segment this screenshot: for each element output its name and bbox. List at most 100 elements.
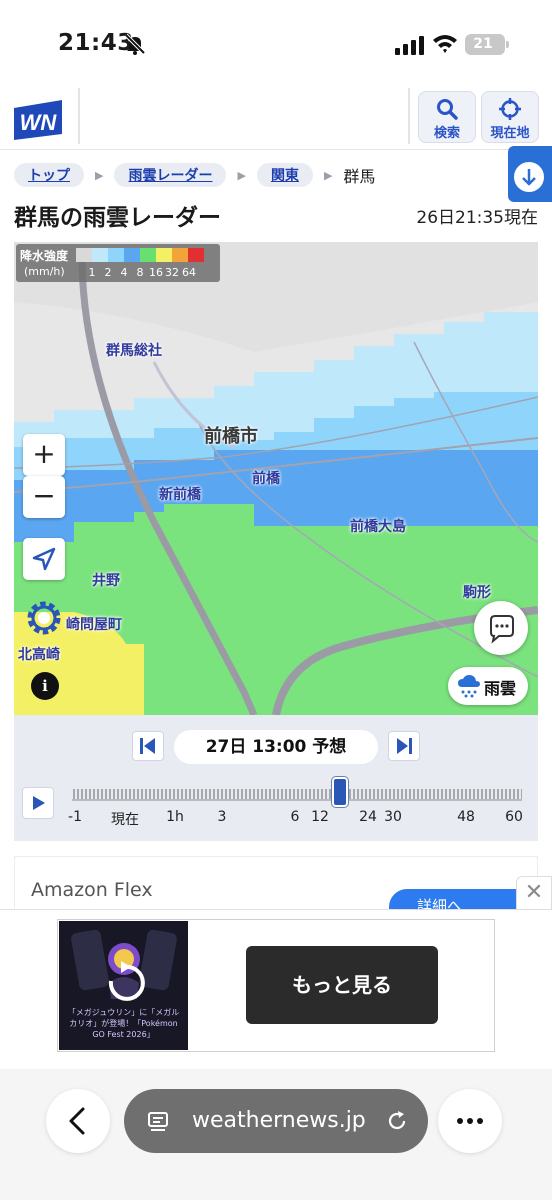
ad-image[interactable]: 「メガジュウリン」に「メガルカリオ」が登場！「Pokémon GO Fest 2… [59,921,188,1050]
legend-value: 4 [120,266,128,279]
legend-swatch [172,248,188,262]
forecast-time-label: 27日 13:00 予想 [174,730,378,764]
sponsor-name: Amazon Flex [31,879,153,901]
reader-icon [148,1112,168,1131]
legend-value: 32 [165,266,179,279]
map-label-maebashi: 前橋 [252,471,280,487]
header-divider [408,88,410,144]
legend-value: 1 [88,266,96,279]
timeline-tick-label: 60 [505,809,523,825]
battery-indicator: 21 [465,34,509,55]
legend-swatch [156,248,172,262]
timeline-tick-label: 6 [290,809,300,825]
svg-text:WN: WN [20,110,58,135]
map-label-shin-maebashi: 新前橋 [159,487,201,503]
legend-value: 8 [136,266,144,279]
legend-swatch [124,248,140,262]
timeline-tick-label: 48 [457,809,475,825]
timeline-tick-label: 24 [359,809,377,825]
legend-swatch [188,248,204,262]
map-label-maebashi-city: 前橋市 [204,426,258,447]
cellular-signal-icon [395,36,424,55]
legend-unit: (mm/h) [24,265,65,278]
zoom-out-button[interactable]: − [23,476,65,518]
play-icon [33,796,45,810]
map-label-sakimonyamachi: 崎問屋町 [66,617,122,633]
legend-value: 16 [149,266,163,279]
breadcrumb-rain-radar[interactable]: 雨雲レーダー [114,163,227,187]
chat-bubble-icon [490,615,514,644]
map-label-maebashi-oshima: 前橋大島 [350,519,406,535]
zoom-in-button[interactable]: + [23,434,65,476]
reload-icon[interactable] [384,1108,410,1134]
timeline-tick-label: 30 [384,809,402,825]
status-bar: 21:43 21 [0,0,552,84]
weathernews-logo[interactable]: WN [14,94,62,140]
current-location-label: 現在地 [490,126,530,141]
info-button[interactable]: i [31,672,59,700]
timeline-tick-label: 現在 [111,812,139,828]
sponsored-banner[interactable]: Amazon Flex 詳細へ [14,856,539,919]
gear-icon [27,601,61,635]
forecast-time-control: 27日 13:00 予想 -1 現在 1h 3 6 12 24 30 48 60 [14,715,538,841]
next-step-button[interactable] [388,731,420,761]
navigation-arrow-icon [32,547,56,571]
locate-button[interactable] [23,538,65,580]
rain-layer-button[interactable]: 雨雲 [448,667,528,705]
legend-swatch [92,248,108,262]
timeline-tick-label: 3 [217,809,227,825]
precipitation-legend: 降水強度 (mm/h) 1 2 4 8 16 32 64 [16,244,220,282]
ad-unit[interactable]: 「メガジュウリン」に「メガルカリオ」が登場！「Pokémon GO Fest 2… [57,919,495,1052]
address-bar[interactable]: weathernews.jp [124,1089,428,1153]
current-location-button[interactable]: 現在地 [481,91,539,143]
legend-swatch [76,248,92,262]
more-options-button[interactable] [438,1089,502,1153]
wifi-icon [433,35,457,53]
breadcrumb: トップ ▶ 雨雲レーダー ▶ 関東 ▶ 群馬 [14,163,375,187]
map-label-gunma-soja: 群馬総社 [106,343,162,359]
play-button[interactable] [22,787,54,819]
crosshair-icon [499,98,521,120]
back-button[interactable] [46,1089,110,1153]
ad-close-button[interactable]: ✕ [516,876,552,910]
timeline-tick-label: 1h [166,809,184,825]
chat-button[interactable] [474,601,528,655]
timeline-tick-label: -1 [68,809,82,825]
url-text: weathernews.jp [192,1108,366,1133]
ad-caption: 「メガジュウリン」に「メガルカリオ」が登場！「Pokémon GO Fest 2… [67,1008,180,1039]
search-button[interactable]: 検索 [418,91,476,143]
browser-toolbar: weathernews.jp [0,1069,552,1200]
timeline-track[interactable] [72,785,522,801]
map-label-komagata: 駒形 [463,585,491,601]
chevron-left-icon [69,1107,85,1135]
page-title: 群馬の雨雲レーダー [14,205,221,231]
breadcrumb-kanto[interactable]: 関東 [256,163,313,187]
legend-swatch [108,248,124,262]
map-label-kitatakasaki: 北高崎 [18,647,60,663]
legend-title: 降水強度 [20,249,69,263]
breadcrumb-top[interactable]: トップ [14,163,84,187]
radar-map[interactable]: 降水強度 (mm/h) 1 2 4 8 16 32 64 群馬総社 前橋市 前橋… [14,242,538,715]
breadcrumb-current: 群馬 [343,167,376,186]
chevron-right-icon: ▶ [237,168,246,182]
settings-button[interactable] [23,598,65,640]
chevron-right-icon: ▶ [95,168,104,182]
bell-off-icon [124,33,146,55]
legend-swatch [140,248,156,262]
skip-back-icon [140,738,155,754]
timeline-slider-handle[interactable] [332,777,348,807]
map-label-ino: 井野 [92,573,120,589]
legend-value: 64 [182,266,196,279]
header-divider [78,88,80,144]
legend-value: 2 [104,266,112,279]
more-dots-icon [457,1118,483,1124]
app-download-tab[interactable] [508,146,552,202]
chevron-right-icon: ▶ [323,168,333,182]
timeline-tick-label: 12 [311,809,329,825]
rain-cloud-icon [458,675,480,698]
battery-level: 21 [473,36,493,52]
search-label: 検索 [433,126,460,141]
skip-forward-icon [397,738,412,754]
previous-step-button[interactable] [132,731,164,761]
see-more-button[interactable]: もっと見る [246,946,438,1024]
